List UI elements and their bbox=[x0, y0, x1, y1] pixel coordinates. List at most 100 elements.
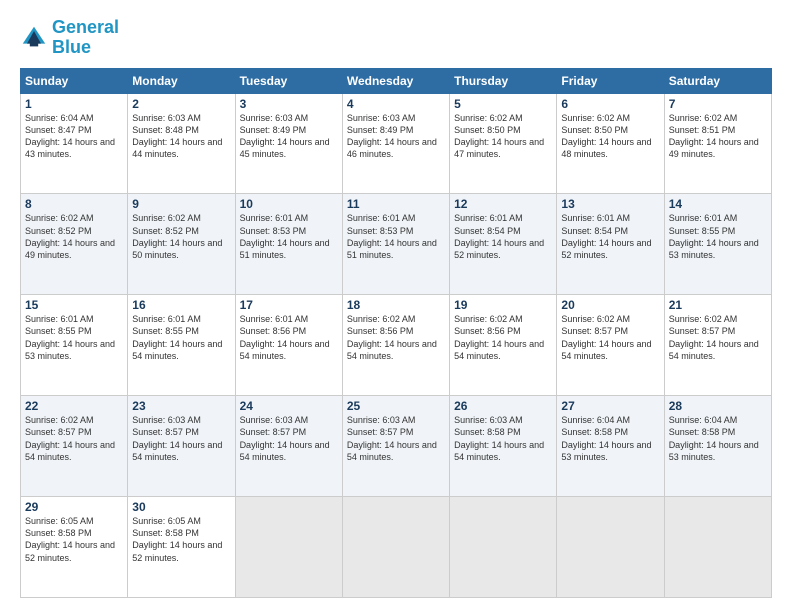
day-number: 4 bbox=[347, 97, 445, 111]
day-number: 14 bbox=[669, 197, 767, 211]
header-day: Sunday bbox=[21, 68, 128, 93]
day-number: 16 bbox=[132, 298, 230, 312]
calendar-cell: 8 Sunrise: 6:02 AMSunset: 8:52 PMDayligh… bbox=[21, 194, 128, 295]
calendar-cell: 9 Sunrise: 6:02 AMSunset: 8:52 PMDayligh… bbox=[128, 194, 235, 295]
calendar-cell: 12 Sunrise: 6:01 AMSunset: 8:54 PMDaylig… bbox=[450, 194, 557, 295]
header: General Blue bbox=[20, 18, 772, 58]
calendar-cell: 24 Sunrise: 6:03 AMSunset: 8:57 PMDaylig… bbox=[235, 396, 342, 497]
calendar-cell: 10 Sunrise: 6:01 AMSunset: 8:53 PMDaylig… bbox=[235, 194, 342, 295]
day-info: Sunrise: 6:02 AMSunset: 8:52 PMDaylight:… bbox=[25, 213, 115, 259]
logo-icon bbox=[20, 24, 48, 52]
day-info: Sunrise: 6:03 AMSunset: 8:57 PMDaylight:… bbox=[132, 415, 222, 461]
day-info: Sunrise: 6:03 AMSunset: 8:58 PMDaylight:… bbox=[454, 415, 544, 461]
calendar-cell: 27 Sunrise: 6:04 AMSunset: 8:58 PMDaylig… bbox=[557, 396, 664, 497]
day-number: 15 bbox=[25, 298, 123, 312]
calendar-cell: 13 Sunrise: 6:01 AMSunset: 8:54 PMDaylig… bbox=[557, 194, 664, 295]
day-number: 24 bbox=[240, 399, 338, 413]
day-number: 27 bbox=[561, 399, 659, 413]
day-number: 20 bbox=[561, 298, 659, 312]
day-number: 23 bbox=[132, 399, 230, 413]
day-info: Sunrise: 6:01 AMSunset: 8:55 PMDaylight:… bbox=[669, 213, 759, 259]
header-day: Saturday bbox=[664, 68, 771, 93]
calendar-cell: 3 Sunrise: 6:03 AMSunset: 8:49 PMDayligh… bbox=[235, 93, 342, 194]
day-info: Sunrise: 6:05 AMSunset: 8:58 PMDaylight:… bbox=[132, 516, 222, 562]
calendar-cell: 29 Sunrise: 6:05 AMSunset: 8:58 PMDaylig… bbox=[21, 497, 128, 598]
day-info: Sunrise: 6:01 AMSunset: 8:56 PMDaylight:… bbox=[240, 314, 330, 360]
week-row: 15 Sunrise: 6:01 AMSunset: 8:55 PMDaylig… bbox=[21, 295, 772, 396]
week-row: 29 Sunrise: 6:05 AMSunset: 8:58 PMDaylig… bbox=[21, 497, 772, 598]
day-info: Sunrise: 6:02 AMSunset: 8:56 PMDaylight:… bbox=[454, 314, 544, 360]
header-day: Friday bbox=[557, 68, 664, 93]
day-info: Sunrise: 6:04 AMSunset: 8:58 PMDaylight:… bbox=[561, 415, 651, 461]
week-row: 1 Sunrise: 6:04 AMSunset: 8:47 PMDayligh… bbox=[21, 93, 772, 194]
calendar-cell: 22 Sunrise: 6:02 AMSunset: 8:57 PMDaylig… bbox=[21, 396, 128, 497]
day-info: Sunrise: 6:02 AMSunset: 8:56 PMDaylight:… bbox=[347, 314, 437, 360]
day-info: Sunrise: 6:03 AMSunset: 8:57 PMDaylight:… bbox=[347, 415, 437, 461]
calendar-cell: 21 Sunrise: 6:02 AMSunset: 8:57 PMDaylig… bbox=[664, 295, 771, 396]
week-row: 8 Sunrise: 6:02 AMSunset: 8:52 PMDayligh… bbox=[21, 194, 772, 295]
calendar-cell: 19 Sunrise: 6:02 AMSunset: 8:56 PMDaylig… bbox=[450, 295, 557, 396]
header-row: SundayMondayTuesdayWednesdayThursdayFrid… bbox=[21, 68, 772, 93]
day-number: 28 bbox=[669, 399, 767, 413]
calendar-cell: 18 Sunrise: 6:02 AMSunset: 8:56 PMDaylig… bbox=[342, 295, 449, 396]
day-number: 26 bbox=[454, 399, 552, 413]
week-row: 22 Sunrise: 6:02 AMSunset: 8:57 PMDaylig… bbox=[21, 396, 772, 497]
day-number: 29 bbox=[25, 500, 123, 514]
day-number: 9 bbox=[132, 197, 230, 211]
calendar-cell bbox=[450, 497, 557, 598]
day-info: Sunrise: 6:04 AMSunset: 8:58 PMDaylight:… bbox=[669, 415, 759, 461]
calendar-cell: 30 Sunrise: 6:05 AMSunset: 8:58 PMDaylig… bbox=[128, 497, 235, 598]
day-info: Sunrise: 6:02 AMSunset: 8:57 PMDaylight:… bbox=[561, 314, 651, 360]
calendar-cell bbox=[235, 497, 342, 598]
day-number: 1 bbox=[25, 97, 123, 111]
day-info: Sunrise: 6:02 AMSunset: 8:52 PMDaylight:… bbox=[132, 213, 222, 259]
day-info: Sunrise: 6:01 AMSunset: 8:55 PMDaylight:… bbox=[132, 314, 222, 360]
day-info: Sunrise: 6:03 AMSunset: 8:57 PMDaylight:… bbox=[240, 415, 330, 461]
calendar-cell: 25 Sunrise: 6:03 AMSunset: 8:57 PMDaylig… bbox=[342, 396, 449, 497]
day-info: Sunrise: 6:01 AMSunset: 8:53 PMDaylight:… bbox=[347, 213, 437, 259]
logo-text: General Blue bbox=[52, 18, 119, 58]
calendar-cell: 6 Sunrise: 6:02 AMSunset: 8:50 PMDayligh… bbox=[557, 93, 664, 194]
day-number: 21 bbox=[669, 298, 767, 312]
day-number: 3 bbox=[240, 97, 338, 111]
calendar-cell: 26 Sunrise: 6:03 AMSunset: 8:58 PMDaylig… bbox=[450, 396, 557, 497]
day-number: 5 bbox=[454, 97, 552, 111]
day-number: 2 bbox=[132, 97, 230, 111]
day-number: 25 bbox=[347, 399, 445, 413]
calendar-cell: 11 Sunrise: 6:01 AMSunset: 8:53 PMDaylig… bbox=[342, 194, 449, 295]
day-info: Sunrise: 6:05 AMSunset: 8:58 PMDaylight:… bbox=[25, 516, 115, 562]
calendar-cell: 28 Sunrise: 6:04 AMSunset: 8:58 PMDaylig… bbox=[664, 396, 771, 497]
day-info: Sunrise: 6:03 AMSunset: 8:49 PMDaylight:… bbox=[240, 113, 330, 159]
day-info: Sunrise: 6:02 AMSunset: 8:50 PMDaylight:… bbox=[561, 113, 651, 159]
day-number: 6 bbox=[561, 97, 659, 111]
day-info: Sunrise: 6:01 AMSunset: 8:55 PMDaylight:… bbox=[25, 314, 115, 360]
header-day: Wednesday bbox=[342, 68, 449, 93]
calendar-cell: 7 Sunrise: 6:02 AMSunset: 8:51 PMDayligh… bbox=[664, 93, 771, 194]
day-number: 30 bbox=[132, 500, 230, 514]
day-info: Sunrise: 6:02 AMSunset: 8:57 PMDaylight:… bbox=[669, 314, 759, 360]
calendar: SundayMondayTuesdayWednesdayThursdayFrid… bbox=[20, 68, 772, 598]
day-info: Sunrise: 6:01 AMSunset: 8:54 PMDaylight:… bbox=[454, 213, 544, 259]
calendar-cell: 16 Sunrise: 6:01 AMSunset: 8:55 PMDaylig… bbox=[128, 295, 235, 396]
day-info: Sunrise: 6:04 AMSunset: 8:47 PMDaylight:… bbox=[25, 113, 115, 159]
calendar-cell: 17 Sunrise: 6:01 AMSunset: 8:56 PMDaylig… bbox=[235, 295, 342, 396]
calendar-cell: 20 Sunrise: 6:02 AMSunset: 8:57 PMDaylig… bbox=[557, 295, 664, 396]
day-number: 18 bbox=[347, 298, 445, 312]
day-number: 11 bbox=[347, 197, 445, 211]
day-number: 7 bbox=[669, 97, 767, 111]
day-number: 17 bbox=[240, 298, 338, 312]
calendar-cell bbox=[342, 497, 449, 598]
calendar-cell bbox=[557, 497, 664, 598]
day-info: Sunrise: 6:03 AMSunset: 8:49 PMDaylight:… bbox=[347, 113, 437, 159]
day-number: 22 bbox=[25, 399, 123, 413]
header-day: Thursday bbox=[450, 68, 557, 93]
calendar-cell: 4 Sunrise: 6:03 AMSunset: 8:49 PMDayligh… bbox=[342, 93, 449, 194]
calendar-cell: 1 Sunrise: 6:04 AMSunset: 8:47 PMDayligh… bbox=[21, 93, 128, 194]
calendar-cell: 2 Sunrise: 6:03 AMSunset: 8:48 PMDayligh… bbox=[128, 93, 235, 194]
day-number: 13 bbox=[561, 197, 659, 211]
calendar-cell: 23 Sunrise: 6:03 AMSunset: 8:57 PMDaylig… bbox=[128, 396, 235, 497]
header-day: Monday bbox=[128, 68, 235, 93]
day-info: Sunrise: 6:03 AMSunset: 8:48 PMDaylight:… bbox=[132, 113, 222, 159]
calendar-cell: 5 Sunrise: 6:02 AMSunset: 8:50 PMDayligh… bbox=[450, 93, 557, 194]
logo: General Blue bbox=[20, 18, 119, 58]
